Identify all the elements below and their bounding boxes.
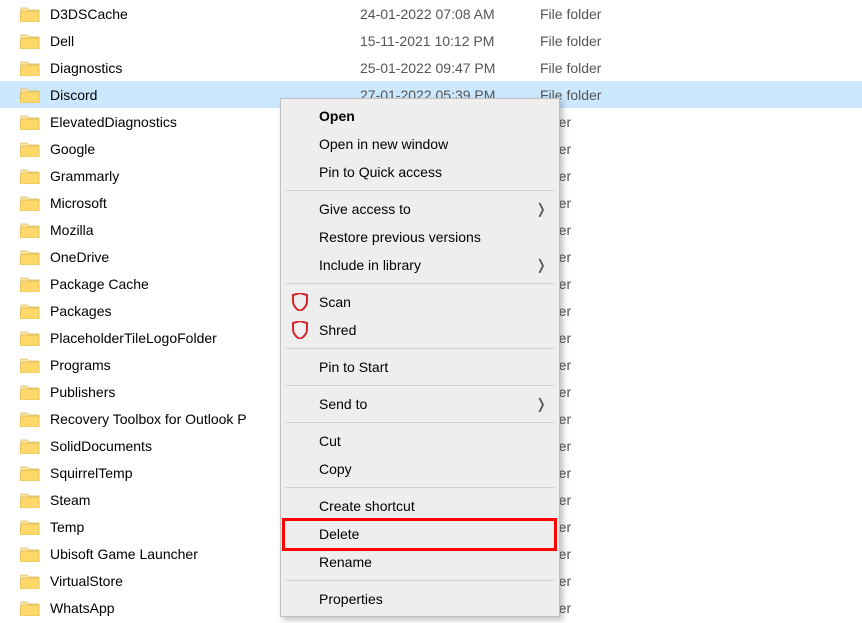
file-date: 25-01-2022 09:47 PM [360, 60, 540, 76]
file-date: 24-01-2022 07:08 AM [360, 6, 540, 22]
folder-icon [20, 112, 40, 132]
chevron-right-icon: ❭ [535, 201, 547, 218]
menu-include-in-library[interactable]: Include in library❭ [283, 251, 557, 279]
folder-icon [20, 463, 40, 483]
folder-icon [20, 247, 40, 267]
shield-icon [291, 293, 309, 311]
menu-send-to[interactable]: Send to❭ [283, 390, 557, 418]
folder-icon [20, 490, 40, 510]
menu-separator [285, 422, 555, 423]
file-row[interactable]: D3DSCache24-01-2022 07:08 AMFile folder [0, 0, 862, 27]
menu-open[interactable]: Open [283, 102, 557, 130]
folder-icon [20, 436, 40, 456]
folder-icon [20, 31, 40, 51]
folder-icon [20, 274, 40, 294]
folder-icon [20, 517, 40, 537]
chevron-right-icon: ❭ [535, 396, 547, 413]
folder-icon [20, 193, 40, 213]
menu-cut[interactable]: Cut [283, 427, 557, 455]
file-row[interactable]: Dell15-11-2021 10:12 PMFile folder [0, 27, 862, 54]
folder-icon [20, 166, 40, 186]
menu-separator [285, 283, 555, 284]
menu-scan[interactable]: Scan [283, 288, 557, 316]
folder-icon [20, 409, 40, 429]
folder-icon [20, 382, 40, 402]
menu-give-access-to[interactable]: Give access to❭ [283, 195, 557, 223]
folder-icon [20, 220, 40, 240]
menu-create-shortcut[interactable]: Create shortcut [283, 492, 557, 520]
folder-icon [20, 544, 40, 564]
menu-separator [285, 580, 555, 581]
folder-icon [20, 328, 40, 348]
file-name: Dell [50, 33, 360, 49]
file-name: D3DSCache [50, 6, 360, 22]
folder-icon [20, 58, 40, 78]
folder-icon [20, 571, 40, 591]
file-date: 15-11-2021 10:12 PM [360, 33, 540, 49]
folder-icon [20, 139, 40, 159]
folder-icon [20, 4, 40, 24]
file-row[interactable]: Diagnostics25-01-2022 09:47 PMFile folde… [0, 54, 862, 81]
menu-separator [285, 385, 555, 386]
folder-icon [20, 301, 40, 321]
folder-icon [20, 598, 40, 618]
menu-separator [285, 487, 555, 488]
menu-separator [285, 348, 555, 349]
menu-properties[interactable]: Properties [283, 585, 557, 613]
file-type: File folder [540, 60, 660, 76]
chevron-right-icon: ❭ [535, 257, 547, 274]
menu-restore-previous[interactable]: Restore previous versions [283, 223, 557, 251]
file-type: File folder [540, 6, 660, 22]
context-menu: Open Open in new window Pin to Quick acc… [280, 98, 560, 617]
folder-icon [20, 355, 40, 375]
menu-separator [285, 190, 555, 191]
menu-pin-to-start[interactable]: Pin to Start [283, 353, 557, 381]
menu-open-new-window[interactable]: Open in new window [283, 130, 557, 158]
menu-shred[interactable]: Shred [283, 316, 557, 344]
folder-icon [20, 85, 40, 105]
shield-icon [291, 321, 309, 339]
menu-copy[interactable]: Copy [283, 455, 557, 483]
menu-pin-quick-access[interactable]: Pin to Quick access [283, 158, 557, 186]
menu-delete[interactable]: Delete [283, 520, 557, 548]
file-type: File folder [540, 33, 660, 49]
file-name: Diagnostics [50, 60, 360, 76]
menu-rename[interactable]: Rename [283, 548, 557, 576]
